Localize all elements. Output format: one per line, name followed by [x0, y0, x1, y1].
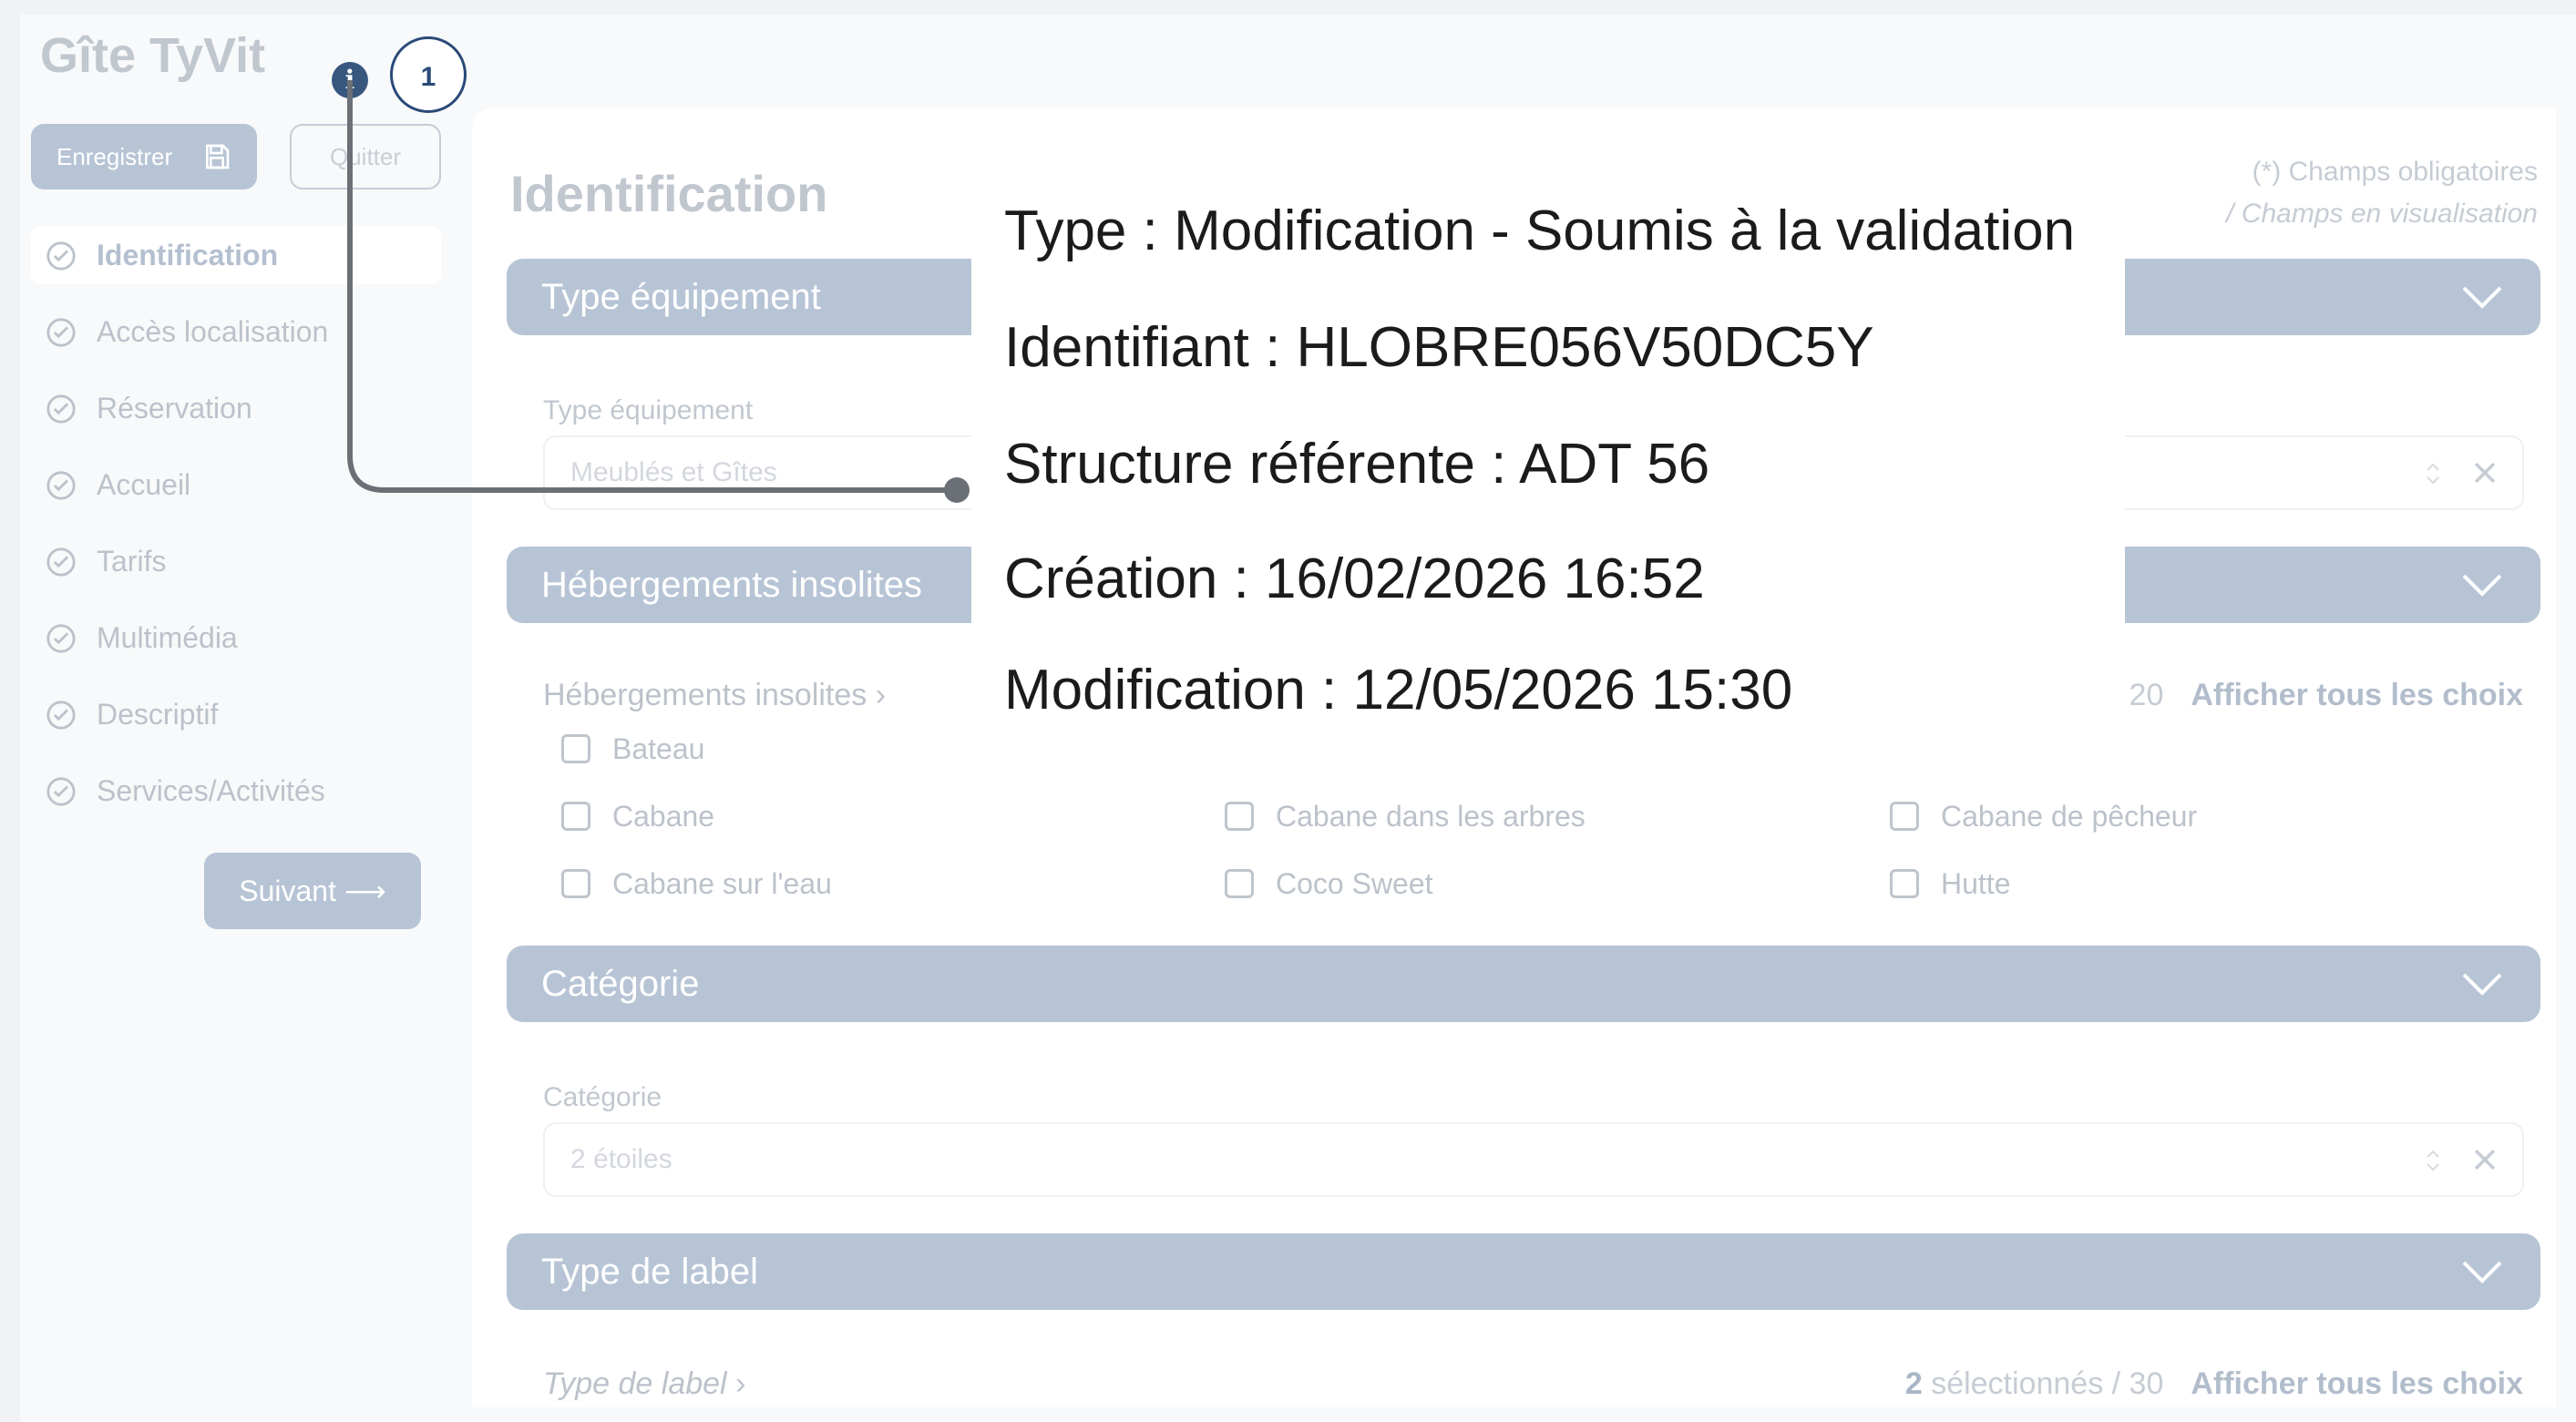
sidebar-item-label: Multimédia — [97, 621, 238, 654]
quit-button[interactable]: Quitter — [290, 124, 441, 189]
info-tooltip: Type : Modification - Soumis à la valida… — [971, 175, 2125, 721]
app-title: Gîte TyVit — [40, 28, 266, 83]
save-button-label: Enregistrer — [56, 143, 173, 170]
section-title: Type de label — [541, 1252, 758, 1292]
section-title: Catégorie — [541, 964, 700, 1004]
sidebar-nav: Identification Accès localisation Réserv… — [31, 226, 441, 838]
sidebar-item-identification[interactable]: Identification — [31, 226, 441, 284]
page-title: Identification — [510, 165, 828, 222]
check-circle-icon — [46, 241, 76, 271]
sidebar-item-reservation[interactable]: Réservation — [31, 379, 441, 437]
tooltip-identifiant: Identifiant : HLOBRE056V50DC5Y — [1004, 316, 1874, 379]
show-all-link[interactable]: Afficher tous les choix — [2191, 1366, 2523, 1401]
save-button[interactable]: Enregistrer — [31, 124, 257, 189]
field-label-type-equipement: Type équipement — [543, 395, 754, 425]
chevron-down-icon — [2462, 574, 2502, 597]
check-circle-icon — [46, 624, 76, 653]
categorie-select[interactable]: 2 étoiles — [543, 1122, 2524, 1197]
info-icon[interactable]: i — [332, 62, 368, 98]
check-circle-icon — [46, 701, 76, 730]
check-circle-icon — [46, 471, 76, 500]
check-circle-icon — [46, 394, 76, 424]
tooltip-creation: Création : 16/02/2026 16:52 — [1004, 547, 1705, 610]
tooltip-structure: Structure référente : ADT 56 — [1004, 433, 1710, 496]
sort-arrows-icon — [2427, 1150, 2439, 1171]
chevron-right-icon: › — [875, 678, 887, 712]
sort-arrows-icon — [2427, 463, 2439, 485]
count-text: 20 — [2129, 678, 2164, 712]
sidebar-item-multimedia[interactable]: Multimédia — [31, 609, 441, 667]
sidebar-item-label: Services/Activités — [97, 774, 325, 807]
chevron-down-icon — [2462, 286, 2502, 309]
field-label-categorie: Catégorie — [543, 1082, 662, 1112]
close-icon[interactable] — [2469, 457, 2500, 488]
checkbox-cabane-arbres[interactable]: Cabane dans les arbres — [1225, 798, 1586, 834]
sidebar-item-tarifs[interactable]: Tarifs — [31, 532, 441, 590]
hebergements-count: 20 Afficher tous les choix — [2130, 678, 2523, 713]
check-circle-icon — [46, 777, 76, 806]
sidebar-item-label: Accueil — [97, 468, 191, 501]
sidebar-item-label: Tarifs — [97, 545, 167, 578]
section-header-type-label[interactable]: Type de label — [507, 1233, 2540, 1310]
selected-text: sélectionnés / 30 — [1931, 1366, 2164, 1401]
section-title: Type équipement — [541, 277, 821, 317]
checkbox-cabane[interactable]: Cabane — [561, 798, 714, 834]
select-value: 2 étoiles — [570, 1144, 672, 1174]
chevron-down-icon — [2462, 973, 2502, 996]
legend-view: / Champs en visualisation — [2226, 199, 2538, 229]
sidebar-item-services-activites[interactable]: Services/Activités — [31, 762, 441, 820]
checkbox-hutte[interactable]: Hutte — [1890, 865, 2010, 902]
chevron-down-icon — [2462, 1261, 2502, 1284]
type-label-sublabel: Type de label › — [543, 1366, 745, 1402]
type-label-count: 2 sélectionnés / 30 Afficher tous les cho… — [1905, 1366, 2523, 1402]
show-all-link[interactable]: Afficher tous les choix — [2191, 678, 2523, 712]
sidebar-item-label: Accès localisation — [97, 315, 329, 348]
tooltip-type: Type : Modification - Soumis à la valida… — [1004, 199, 2076, 262]
sidebar-item-descriptif[interactable]: Descriptif — [31, 685, 441, 743]
sidebar-item-accueil[interactable]: Accueil — [31, 455, 441, 514]
select-value: Meublés et Gîtes — [570, 457, 777, 487]
sidebar-item-label: Identification — [97, 239, 279, 271]
floppy-disk-icon — [206, 144, 230, 169]
close-icon[interactable] — [2469, 1144, 2500, 1175]
section-header-categorie[interactable]: Catégorie — [507, 946, 2540, 1022]
hebergements-sublabel: Hébergements insolites › — [543, 678, 886, 713]
sidebar-item-label: Descriptif — [97, 698, 219, 731]
section-title: Hébergements insolites — [541, 565, 922, 605]
sublabel-text: Hébergements insolites — [543, 678, 867, 712]
sidebar-item-acces-localisation[interactable]: Accès localisation — [31, 302, 441, 361]
checkbox-cabane-pecheur[interactable]: Cabane de pêcheur — [1890, 798, 2197, 834]
legend-required: (*) Champs obligatoires — [2252, 157, 2538, 187]
step-badge: 1 — [390, 36, 467, 113]
arrow-right-icon: ⟶ — [344, 875, 386, 907]
checkbox-bateau[interactable]: Bateau — [561, 731, 704, 767]
check-circle-icon — [46, 547, 76, 577]
chevron-right-icon: › — [735, 1366, 746, 1401]
checkbox-cabane-eau[interactable]: Cabane sur l'eau — [561, 865, 832, 902]
sidebar-item-label: Réservation — [97, 392, 252, 425]
sublabel-text: Type de label — [543, 1366, 727, 1401]
next-button-label: Suivant — [239, 875, 336, 907]
selected-count: 2 — [1904, 1366, 1923, 1401]
checkbox-coco-sweet[interactable]: Coco Sweet — [1225, 865, 1433, 902]
tooltip-modification: Modification : 12/05/2026 15:30 — [1004, 659, 1793, 721]
next-button[interactable]: Suivant ⟶ — [204, 853, 421, 929]
check-circle-icon — [46, 318, 76, 347]
